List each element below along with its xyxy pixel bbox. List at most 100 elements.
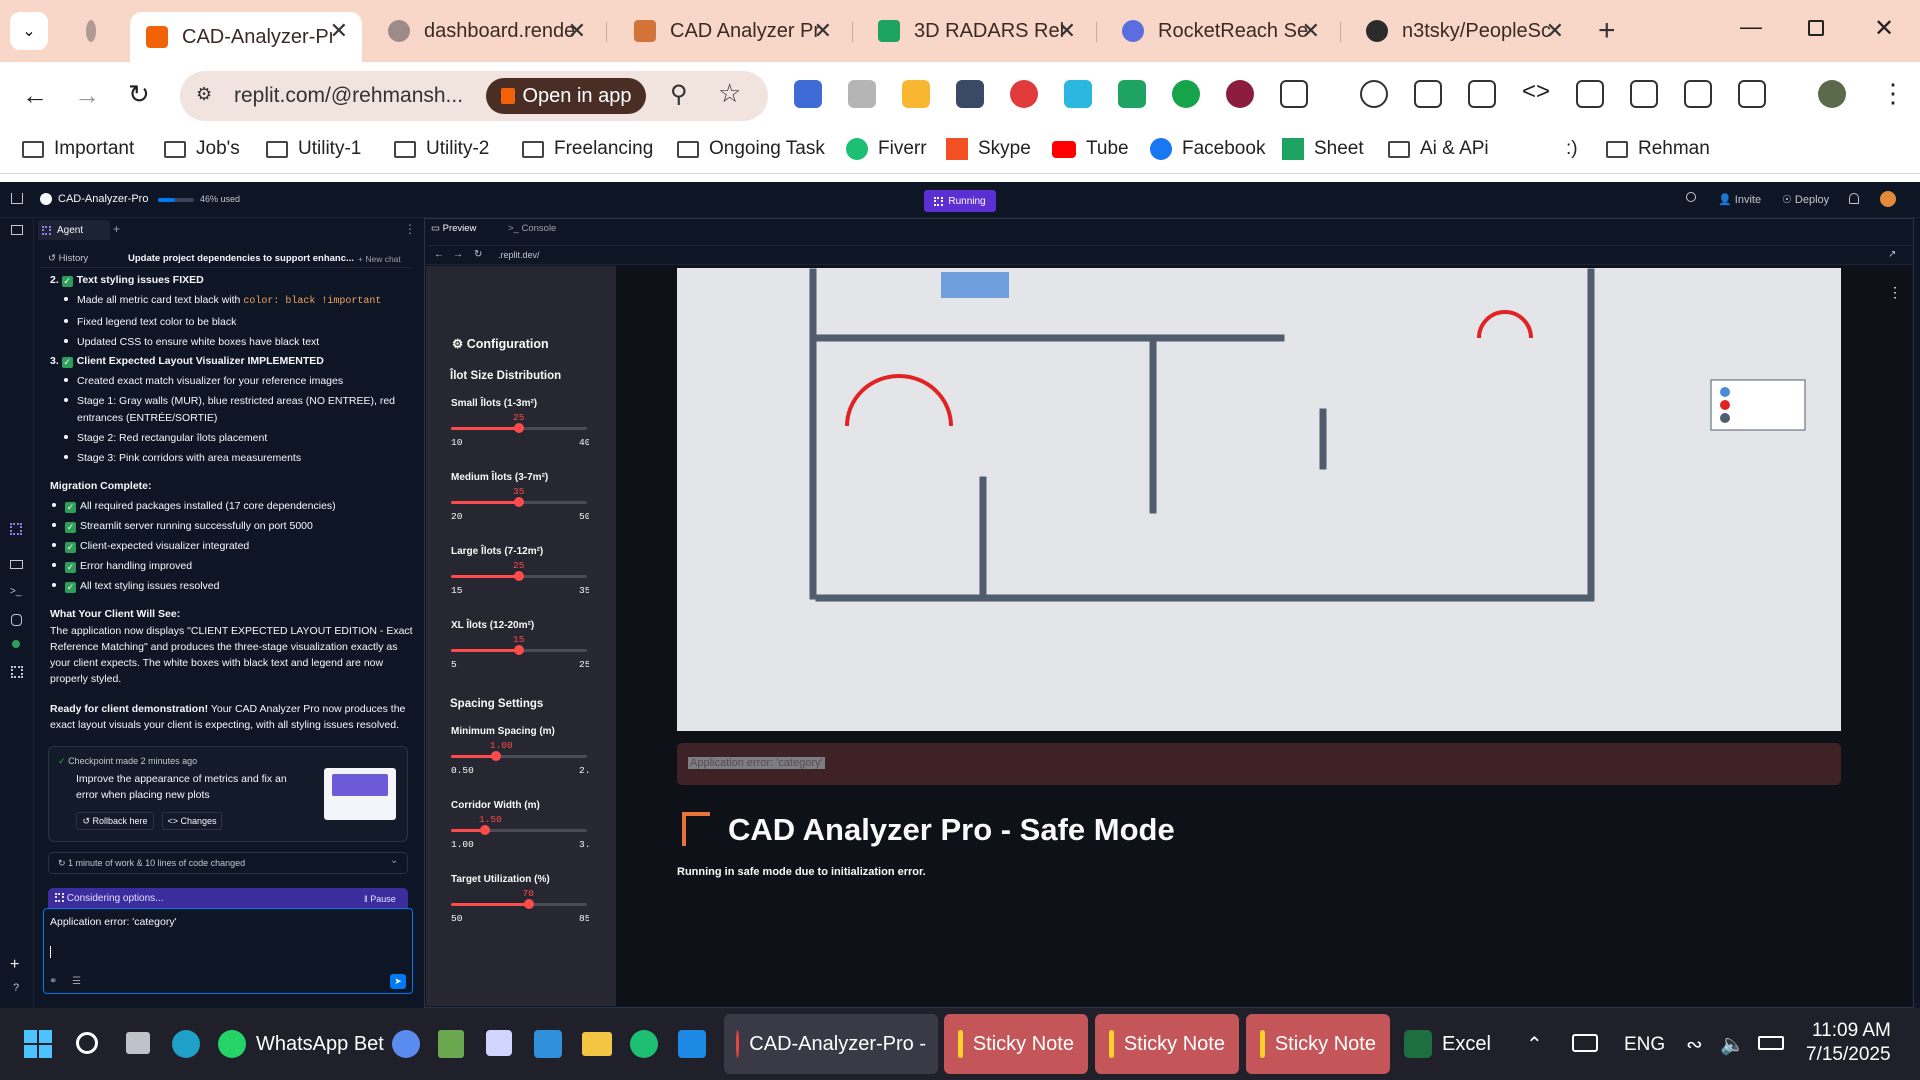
tab-cad-analyzer-pro-2[interactable]: CAD Analyzer Pro ✕ xyxy=(618,12,846,50)
volume-icon[interactable]: 🔈 xyxy=(1720,1032,1745,1057)
slider-handle[interactable] xyxy=(514,571,524,581)
changes-button[interactable]: <> Changes xyxy=(162,812,222,830)
preview-url[interactable]: .replit.dev/ xyxy=(498,250,540,260)
history-button[interactable]: ↺ History xyxy=(48,253,88,264)
taskbar-whatsapp[interactable]: WhatsApp Bet xyxy=(218,1014,384,1074)
preview-forward-icon[interactable]: → xyxy=(453,249,463,260)
bookmark-smiley[interactable]: :) xyxy=(1566,138,1578,160)
close-window-icon[interactable]: ✕ xyxy=(1874,14,1894,43)
open-in-app-button[interactable]: Open in app xyxy=(486,78,646,114)
tab-pinned[interactable] xyxy=(70,12,110,50)
url-text[interactable]: replit.com/@rehmansh... xyxy=(234,84,463,108)
new-tab-button[interactable]: + xyxy=(1598,14,1616,48)
slider-track[interactable] xyxy=(451,571,587,581)
slider-track[interactable] xyxy=(451,645,587,655)
bookmark-rehman[interactable]: Rehman xyxy=(1606,138,1710,160)
secrets-icon[interactable] xyxy=(12,640,20,648)
bookmark-facebook[interactable]: Facebook xyxy=(1150,138,1265,160)
preview-back-icon[interactable]: ← xyxy=(434,249,444,260)
vscode-icon[interactable] xyxy=(678,1030,706,1058)
site-info-icon[interactable]: ⚙ xyxy=(196,84,212,105)
menu-icon[interactable]: ⋮ xyxy=(1880,78,1906,109)
user-avatar[interactable] xyxy=(1880,191,1896,207)
extension-7-icon[interactable] xyxy=(1118,80,1146,108)
app-menu-icon[interactable]: ⋮ xyxy=(1888,284,1902,301)
shell-icon[interactable]: >_ xyxy=(10,586,21,597)
pause-button[interactable]: ‖ Pause xyxy=(364,893,396,906)
extension-8-icon[interactable] xyxy=(1172,80,1200,108)
bookmark-fiverr[interactable]: Fiverr xyxy=(846,138,927,160)
store-icon[interactable] xyxy=(534,1030,562,1058)
tab-rocketreach[interactable]: RocketReach Sea ✕ xyxy=(1106,12,1334,50)
pokeball-icon[interactable] xyxy=(1010,80,1038,108)
slider-track[interactable] xyxy=(451,751,587,761)
home-icon[interactable] xyxy=(11,193,23,204)
close-tab-icon[interactable]: ✕ xyxy=(568,18,586,44)
reload-icon[interactable]: ↻ xyxy=(128,79,150,110)
back-icon[interactable]: ← xyxy=(22,80,48,111)
chrome-alt-icon[interactable] xyxy=(392,1030,420,1058)
preview-reload-icon[interactable]: ↻ xyxy=(474,249,482,260)
tray-chevron-icon[interactable]: ⌃ xyxy=(1526,1032,1543,1057)
slider-handle[interactable] xyxy=(480,825,490,835)
slider-handle[interactable] xyxy=(514,497,524,507)
tab-3d-radars[interactable]: 3D RADARS Rehm ✕ xyxy=(862,12,1090,50)
all-tools-icon[interactable] xyxy=(11,666,23,678)
taskbar-sticky-note-1[interactable]: Sticky Note xyxy=(944,1014,1088,1074)
bookmark-freelancing[interactable]: Freelancing xyxy=(522,138,653,160)
slider-handle[interactable] xyxy=(490,751,501,761)
attach-icon[interactable]: ⚭ xyxy=(49,976,57,987)
card-icon[interactable] xyxy=(1576,80,1604,108)
slider-handle[interactable] xyxy=(523,899,534,909)
edge-icon[interactable] xyxy=(172,1030,200,1058)
chevron-down-icon[interactable]: ⌄ xyxy=(390,855,398,866)
help-icon[interactable]: ? xyxy=(13,982,19,994)
external-link-icon[interactable]: ↗ xyxy=(1888,249,1896,260)
tab-preview[interactable]: ▭ Preview xyxy=(431,223,476,234)
close-tab-icon[interactable]: ✕ xyxy=(1546,18,1564,44)
rollback-button[interactable]: ↺ Rollback here xyxy=(76,812,154,830)
tab-console[interactable]: >_ Console xyxy=(508,223,556,234)
add-tab-icon[interactable]: + xyxy=(113,222,120,236)
start-icon[interactable] xyxy=(24,1030,52,1058)
add-icon[interactable]: + xyxy=(10,956,19,974)
checkpoint-thumbnail[interactable] xyxy=(324,768,396,820)
bookmark-ai-api[interactable]: Ai & APi xyxy=(1388,138,1489,160)
language-indicator[interactable]: ENG xyxy=(1624,1034,1665,1056)
restore-icon[interactable] xyxy=(1808,20,1824,36)
wifi-icon[interactable]: ∾ xyxy=(1686,1032,1703,1057)
tab-cad-analyzer-pro[interactable]: CAD-Analyzer-Pro ✕ xyxy=(130,12,362,62)
bookmark-ongoing-task[interactable]: Ongoing Task xyxy=(677,138,825,160)
snipping-icon[interactable] xyxy=(486,1030,512,1056)
battery-icon[interactable] xyxy=(1758,1036,1784,1050)
clock-time[interactable]: 11:09 AM xyxy=(1812,1020,1891,1042)
fiverr-icon[interactable] xyxy=(630,1030,658,1058)
taskbar-sticky-note-2[interactable]: Sticky Note xyxy=(1095,1014,1239,1074)
database-icon[interactable] xyxy=(11,614,22,626)
settings-sliders-icon[interactable]: ☰ xyxy=(72,976,81,987)
zoom-icon[interactable]: ⚲ xyxy=(670,80,688,109)
taskbar-chrome-cad[interactable]: CAD-Analyzer-Pro - xyxy=(724,1014,938,1074)
bookmark-star-icon[interactable]: ☆ xyxy=(718,78,741,109)
slider-handle[interactable] xyxy=(514,423,524,433)
invite-button[interactable]: 👤 Invite xyxy=(1718,193,1761,206)
tab-dashboard-render[interactable]: dashboard.render ✕ xyxy=(372,12,600,50)
bookmark-jobs[interactable]: Job's xyxy=(164,138,240,160)
task-view-icon[interactable] xyxy=(126,1032,150,1054)
agent-icon[interactable] xyxy=(10,523,22,535)
bookmark-sheet[interactable]: Sheet xyxy=(1282,138,1364,160)
slider-track[interactable] xyxy=(451,825,587,835)
taskbar-sticky-note-3[interactable]: Sticky Note xyxy=(1246,1014,1390,1074)
bookmark-utility-1[interactable]: Utility-1 xyxy=(266,138,361,160)
close-tab-icon[interactable]: ✕ xyxy=(1302,18,1320,44)
clock-date[interactable]: 7/15/2025 xyxy=(1806,1044,1891,1066)
thread-title[interactable]: Update project dependencies to support e… xyxy=(128,253,354,264)
close-tab-icon[interactable]: ✕ xyxy=(330,18,348,44)
close-tab-icon[interactable]: ✕ xyxy=(1058,18,1076,44)
side-panel-icon[interactable] xyxy=(1738,80,1766,108)
reading-list-icon[interactable] xyxy=(1684,80,1712,108)
minimize-icon[interactable]: — xyxy=(1740,14,1762,40)
puzzle-icon[interactable] xyxy=(1280,80,1308,108)
key-icon[interactable] xyxy=(1360,80,1388,108)
keyboard-icon[interactable] xyxy=(1572,1034,1598,1052)
